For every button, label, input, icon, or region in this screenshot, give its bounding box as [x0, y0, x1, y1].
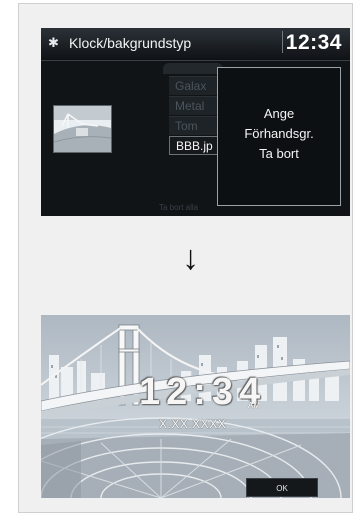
- delete-all-hint[interactable]: Ta bort alla: [159, 203, 198, 212]
- list-item-selected[interactable]: BBB.jp: [169, 136, 224, 155]
- clock: 12:34: [285, 31, 342, 54]
- arrow-down-icon: ↓: [182, 239, 199, 277]
- list-item[interactable]: Tom: [169, 116, 224, 135]
- menu-item-delete[interactable]: Ta bort: [218, 146, 340, 161]
- settings-screen: ✱ Klock/bakgrundstyp 12:34 Galax Metal T…: [41, 28, 350, 216]
- list-item[interactable]: Metal: [169, 96, 224, 115]
- wallpaper-clock-date: X.XX.XXXX: [159, 417, 227, 431]
- screen-title: Klock/bakgrundstyp: [69, 35, 192, 51]
- title-bar: ✱ Klock/bakgrundstyp 12:34: [41, 28, 350, 61]
- gear-icon: ✱: [48, 35, 59, 50]
- tab-header[interactable]: [163, 63, 223, 74]
- menu-item-set[interactable]: Ange: [218, 106, 340, 121]
- clock-wallpaper-screen: 12:34 AM X.XX.XXXX OK: [41, 315, 350, 498]
- wallpaper-clock-ampm: AM: [248, 401, 260, 410]
- thumbnail-image: [54, 106, 111, 152]
- wallpaper-thumbnail: [53, 105, 112, 153]
- wallpaper-list: Galax Metal Tom BBB.jp: [169, 76, 224, 196]
- ok-button[interactable]: OK: [246, 478, 318, 497]
- context-menu: Ange Förhandsgr. Ta bort: [217, 67, 341, 206]
- menu-item-preview[interactable]: Förhandsgr.: [218, 126, 340, 141]
- list-item[interactable]: Galax: [169, 76, 224, 95]
